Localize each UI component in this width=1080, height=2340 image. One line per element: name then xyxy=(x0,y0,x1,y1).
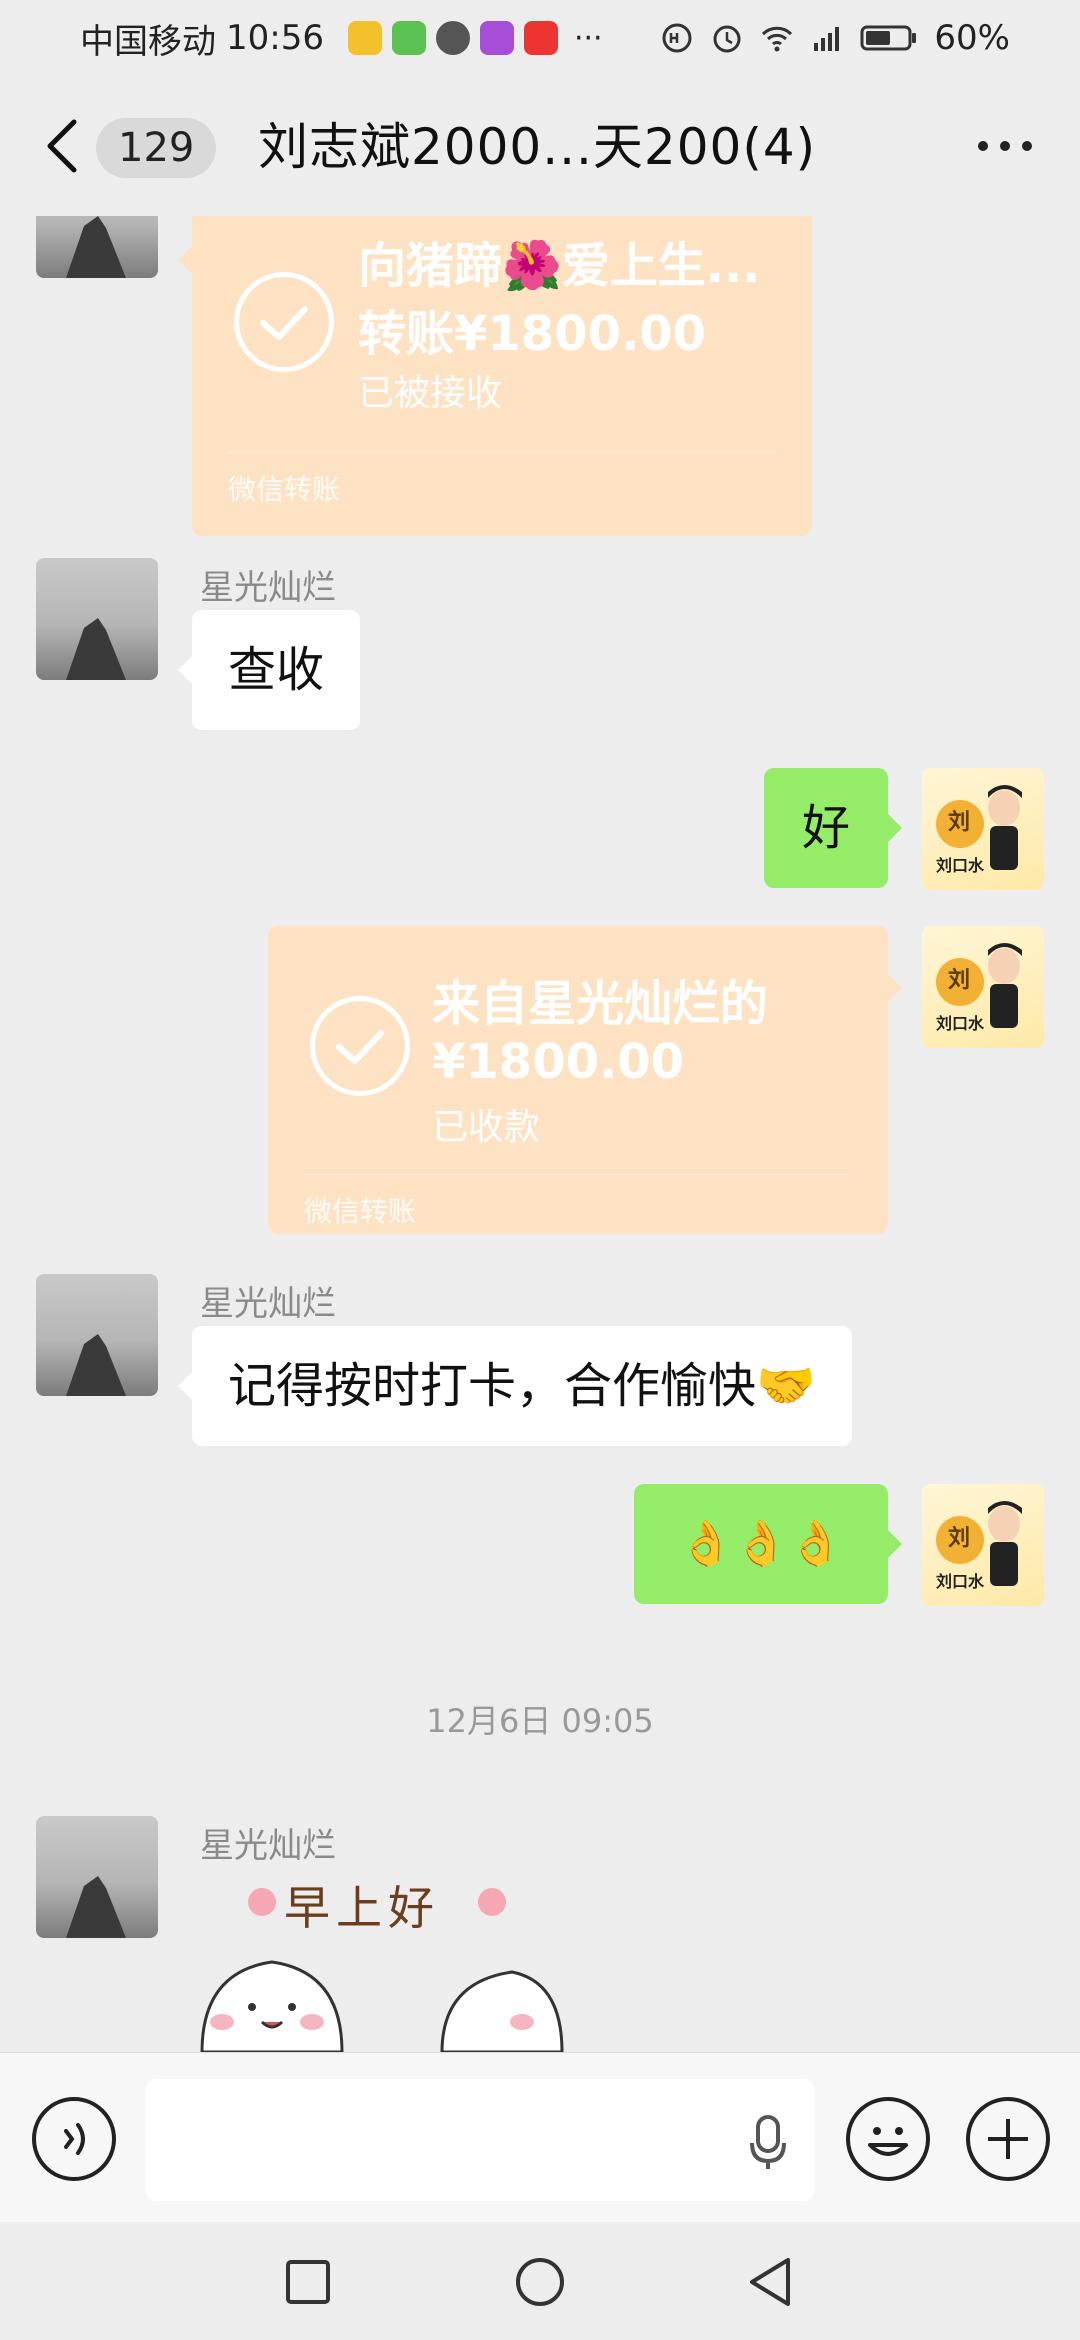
my-avatar-label: 刘口水 xyxy=(936,1014,985,1033)
my-avatar-glyph: 刘 xyxy=(948,968,971,993)
transfer-status: 已收款 xyxy=(432,1107,541,1148)
transfer-amount: ¥1800.00 xyxy=(432,1034,685,1090)
chat-header: 129 刘志斌2000...天200(4) xyxy=(0,76,1080,216)
wifi-icon xyxy=(762,26,793,52)
text-bubble[interactable]: 好 xyxy=(764,768,888,888)
voice-icon[interactable] xyxy=(32,2097,116,2181)
plus-icon[interactable] xyxy=(966,2097,1050,2181)
globe-app-icon xyxy=(435,21,470,55)
message-list[interactable]: 向猪蹄🌺爱上生... 转账¥1800.00 已被接收 微信转账 星光灿烂 查收 … xyxy=(0,216,1080,2052)
my-avatar[interactable]: 刘刘口水 xyxy=(922,926,1044,1048)
sender-name: 星光灿烂 xyxy=(200,568,336,608)
status-bar: 中国移动 10:56 ··· 60% xyxy=(0,0,1080,76)
transfer-status: 已被接收 xyxy=(358,373,503,414)
my-avatar-glyph: 刘 xyxy=(948,810,971,835)
sender-name: 星光灿烂 xyxy=(200,1826,336,1866)
my-avatar-label: 刘口水 xyxy=(936,856,985,875)
my-avatar[interactable]: 刘刘口水 xyxy=(922,1484,1044,1606)
chat-title: 刘志斌2000...天200(4) xyxy=(258,118,817,176)
pay-app-icon xyxy=(523,21,558,55)
text-bubble[interactable]: 记得按时打卡，合作愉快🤝 xyxy=(192,1326,852,1446)
transfer-source: 来自星光灿烂的 xyxy=(432,976,769,1032)
input-bar xyxy=(0,2052,1080,2222)
transfer-recipient: 向猪蹄🌺爱上生... xyxy=(358,238,761,294)
carrier-label: 中国移动 xyxy=(80,21,216,62)
sticker-image[interactable]: 早上好 xyxy=(192,1872,572,2052)
alarm-icon xyxy=(713,25,741,53)
avatar[interactable] xyxy=(36,558,158,680)
triangle-back-icon[interactable] xyxy=(746,2256,794,2308)
signal-icon xyxy=(814,27,840,51)
avatar[interactable] xyxy=(36,1274,158,1396)
bubble-tail xyxy=(178,1372,192,1400)
square-icon[interactable] xyxy=(284,2258,332,2306)
more-notifications-icon: ··· xyxy=(573,20,603,56)
unread-count-badge[interactable]: 129 xyxy=(96,118,217,178)
system-nav-bar xyxy=(0,2222,1080,2340)
hd-call-icon xyxy=(662,23,692,53)
clock: 10:56 xyxy=(226,18,324,58)
check-circle-icon xyxy=(310,996,410,1096)
transfer-amount: 转账¥1800.00 xyxy=(358,306,707,362)
bank-app-icon xyxy=(479,21,514,55)
bubble-tail xyxy=(888,814,902,842)
my-avatar-label: 刘口水 xyxy=(936,1572,985,1591)
text-bubble[interactable]: 👌👌👌 xyxy=(634,1484,888,1604)
bubble-tail xyxy=(888,974,902,1002)
battery-icon xyxy=(860,25,917,51)
mic-icon[interactable] xyxy=(748,2115,788,2171)
bubble-tail xyxy=(888,1530,902,1558)
battery-percent: 60% xyxy=(934,18,1010,58)
timestamp: 12月6日 09:05 xyxy=(426,1702,654,1740)
circle-icon[interactable] xyxy=(514,2256,566,2308)
avatar[interactable] xyxy=(36,1816,158,1938)
divider xyxy=(304,1174,852,1175)
video-app-icon xyxy=(391,21,426,55)
my-avatar[interactable]: 刘刘口水 xyxy=(922,768,1044,890)
more-dots-icon[interactable] xyxy=(970,126,1040,166)
avatar[interactable] xyxy=(36,216,158,278)
text-bubble[interactable]: 查收 xyxy=(192,610,361,730)
divider xyxy=(228,452,776,453)
sender-name: 星光灿烂 xyxy=(200,1284,336,1324)
emoji-icon[interactable] xyxy=(846,2097,930,2181)
bubble-tail xyxy=(178,246,192,274)
transfer-footer: 微信转账 xyxy=(228,473,341,506)
transfer-card[interactable]: 来自星光灿烂的 ¥1800.00 已收款 微信转账 xyxy=(268,926,888,1234)
message-input[interactable] xyxy=(146,2079,814,2201)
bubble-tail xyxy=(178,656,192,684)
chevron-left-icon[interactable] xyxy=(40,116,90,176)
transfer-card[interactable]: 向猪蹄🌺爱上生... 转账¥1800.00 已被接收 微信转账 xyxy=(192,216,812,536)
check-circle-icon xyxy=(234,272,334,372)
transfer-footer: 微信转账 xyxy=(304,1195,417,1228)
my-avatar-glyph: 刘 xyxy=(948,1526,971,1551)
weibo-app-icon xyxy=(347,21,382,55)
